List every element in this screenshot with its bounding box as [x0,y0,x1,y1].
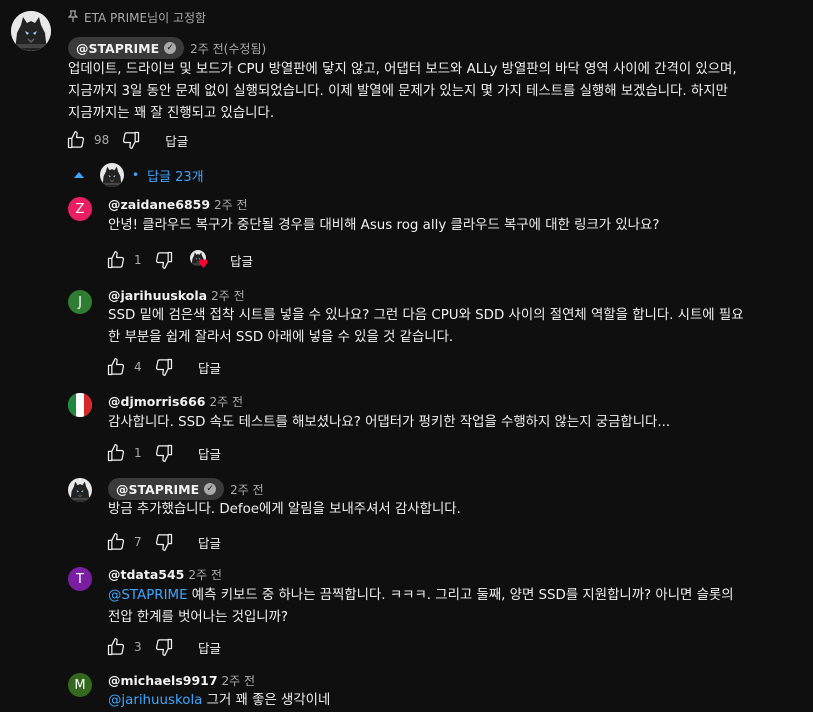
replies-count-link[interactable]: 답글 23개 [147,166,204,185]
reply-time[interactable]: 2주 전 [230,481,264,498]
text-line: 안녕! 클라우드 복구가 중단될 경우를 대비해 Asus rog ally 클… [108,218,660,233]
reply-actions: 1 답글 [104,441,221,465]
mention-link[interactable]: @STAPRIME [108,588,188,603]
separator-dot: • [132,168,140,182]
dislike-icon[interactable] [152,441,176,465]
reply-actions: 7 답글 [104,530,221,554]
reply-time[interactable]: 2주 전 [188,566,222,583]
channel-avatar[interactable] [11,11,51,51]
author-name: @STAPRIME [76,40,160,56]
reply-avatar[interactable]: J [68,290,92,314]
reply-button[interactable]: 답글 [198,638,221,657]
reply-avatar[interactable]: Z [68,197,92,221]
like-count: 3 [134,640,142,654]
collapse-arrow-icon [74,172,84,178]
comment-time[interactable]: 2주 전(수정됨) [190,40,266,57]
reply-author[interactable]: @tdata545 [108,567,184,582]
text-line: 감사합니다. SSD 속도 테스트를 해보셨나요? 어댑터가 펑키한 작업을 수… [108,415,671,430]
creator-heart-badge: ♥ [190,250,210,270]
like-count: 4 [134,360,142,374]
reply-button[interactable]: 답글 [198,444,221,463]
like-icon[interactable] [104,355,128,379]
main-comment-actions: 98 답글 [64,128,188,152]
heart-icon: ♥ [198,257,209,271]
pinned-text: ETA PRIME님이 고정함 [84,11,207,25]
text-line: 지금까지는 꽤 잘 진행되고 있습니다. [68,106,275,121]
avatar-letter: J [78,294,82,310]
reply-author[interactable]: @djmorris666 [108,394,206,409]
avatar-letter: T [76,571,84,587]
dislike-icon[interactable] [152,635,176,659]
reply-author[interactable]: @jarihuuskola [108,288,207,303]
reply-header: @zaidane6859 2주 전 [108,196,248,213]
reply-header: @jarihuuskola 2주 전 [108,287,245,304]
reply-author: @STAPRIME [116,481,200,497]
reply-text: 안녕! 클라우드 복구가 중단될 경우를 대비해 Asus rog ally 클… [108,215,659,237]
like-count: 1 [134,446,142,460]
reply-button[interactable]: 답글 [198,533,221,552]
main-comment-header: @STAPRIME ✓ 2주 전(수정됨) [68,37,266,59]
text-line: SSD 밑에 검은색 접착 시트를 넣을 수 있나요? 그런 다음 CPU와 S… [108,308,744,323]
text-line: 방금 추가했습니다. Defoe에게 알림을 보내주셔서 감사합니다. [108,502,461,517]
dislike-icon[interactable] [152,355,176,379]
reply-button[interactable]: 답글 [198,358,221,377]
dislike-icon[interactable] [152,248,176,272]
reply-time[interactable]: 2주 전 [210,393,244,410]
italy-flag-avatar-icon [68,393,92,417]
reply-header: @STAPRIME ✓ 2주 전 [108,478,264,500]
text-line: 전압 한계를 벗어나는 것입니까? [108,610,289,625]
text-line: @jarihuuskola 그거 꽤 좋은 생각이네 [108,690,330,712]
replies-toggle[interactable]: • 답글 23개 [74,163,204,187]
reply-button[interactable]: 답글 [165,131,188,150]
like-icon[interactable] [64,128,88,152]
reply-text: 감사합니다. SSD 속도 테스트를 해보셨나요? 어댑터가 펑키한 작업을 수… [108,412,670,434]
reply-time[interactable]: 2주 전 [222,672,256,689]
like-count: 98 [94,133,110,147]
text-line: @STAPRIME 예측 키보드 중 하나는 끔찍합니다. ㅋㅋㅋ. 그리고 둘… [108,585,808,607]
reply-text: SSD 밑에 검은색 접착 시트를 넣을 수 있나요? 그런 다음 CPU와 S… [108,305,808,349]
like-icon[interactable] [104,248,128,272]
verified-check-icon: ✓ [204,483,217,495]
like-icon[interactable] [104,530,128,554]
text-line: 한 부분을 쉽게 잘라서 SSD 아래에 넣을 수 있을 것 같습니다. [108,330,454,345]
reply-actions: 3 답글 [104,635,221,659]
like-count: 1 [134,253,142,267]
reply-text: 방금 추가했습니다. Defoe에게 알림을 보내주셔서 감사합니다. [108,499,461,521]
reply-author[interactable]: @michaels9917 [108,673,218,688]
avatar-letter: M [74,677,86,693]
dislike-icon[interactable] [119,128,143,152]
reply-header: @michaels9917 2주 전 [108,672,255,689]
dislike-icon[interactable] [152,530,176,554]
reply-avatar[interactable] [68,393,92,417]
like-count: 7 [134,535,142,549]
avatar-letter: Z [75,201,85,217]
reply-time[interactable]: 2주 전 [211,287,245,304]
reply-actions: 1 ♥ 답글 [104,248,253,272]
verified-check-icon: ✓ [164,42,177,54]
reply-header: @tdata545 2주 전 [108,566,222,583]
text-segment: 예측 키보드 중 하나는 끔찍합니다. ㅋㅋㅋ. 그리고 둘째, 양면 SSD를… [187,588,734,603]
reply-text: @jarihuuskola 그거 꽤 좋은 생각이네 [108,690,330,712]
reply-avatar[interactable] [68,478,92,502]
creator-avatar [100,163,124,187]
reply-author[interactable]: @zaidane6859 [108,197,210,212]
reply-text: @STAPRIME 예측 키보드 중 하나는 끔찍합니다. ㅋㅋㅋ. 그리고 둘… [108,585,808,629]
main-comment-text: 업데이트, 드라이브 및 보드가 CPU 방열판에 닿지 않고, 어댑터 보드와… [68,59,803,125]
reply-actions: 4 답글 [104,355,221,379]
text-line: 업데이트, 드라이브 및 보드가 CPU 방열판에 닿지 않고, 어댑터 보드와… [68,62,737,77]
reply-header: @djmorris666 2주 전 [108,393,243,410]
reply-button[interactable]: 답글 [230,251,253,270]
pinned-label: ETA PRIME님이 고정함 [67,9,207,26]
pin-icon [67,10,79,25]
author-chip[interactable]: @STAPRIME ✓ [68,37,185,59]
author-chip[interactable]: @STAPRIME ✓ [108,478,225,500]
reply-avatar[interactable]: M [68,673,92,697]
reply-avatar[interactable]: T [68,567,92,591]
reply-time[interactable]: 2주 전 [214,196,248,213]
like-icon[interactable] [104,441,128,465]
like-icon[interactable] [104,635,128,659]
text-line: 지금까지 3일 동안 문제 없이 실행되었습니다. 이제 발열에 문제가 있는지… [68,84,728,99]
